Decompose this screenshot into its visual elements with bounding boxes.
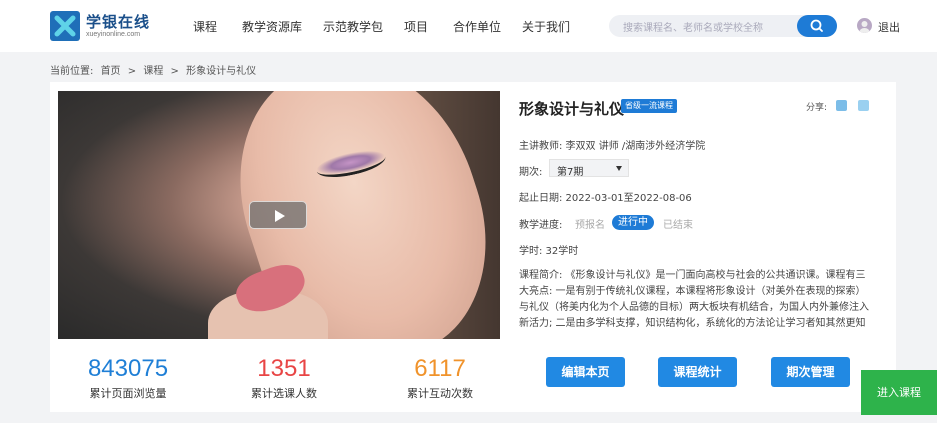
breadcrumb-separator: >: [127, 66, 137, 77]
search-icon: [810, 19, 823, 32]
breadcrumb-label: 当前位置:: [50, 66, 94, 77]
logo-x-icon: [54, 15, 76, 37]
progress-pre-enroll: 预报名: [575, 220, 605, 231]
nav-item-resources[interactable]: 教学资源库: [242, 18, 302, 35]
course-hours: 学时: 32学时: [519, 246, 579, 257]
stat-page-views-label: 累计页面浏览量: [89, 387, 167, 400]
weibo-share-icon[interactable]: [858, 100, 869, 111]
top-header: 学银在线 xueyinonline.com 课程 教学资源库 示范教学包 项目 …: [0, 0, 937, 52]
stat-enrollments-label: 累计选课人数: [251, 387, 317, 400]
course-intro: 课程简介: 《形象设计与礼仪》是一门面向高校与社会的公共通识课。课程有三大亮点:…: [519, 270, 869, 329]
term-manage-button[interactable]: 期次管理: [771, 357, 850, 387]
stat-interactions: 6117: [414, 355, 466, 382]
logout-link[interactable]: 退出: [878, 19, 900, 35]
nav-item-about[interactable]: 关于我们: [522, 18, 570, 35]
course-teacher: 主讲教师: 李双双 讲师 /湖南涉外经济学院: [519, 141, 706, 152]
share-label: 分享:: [806, 103, 828, 113]
breadcrumb-home[interactable]: 首页: [101, 66, 121, 77]
term-select[interactable]: 第7期: [549, 159, 629, 178]
breadcrumb-separator: >: [170, 66, 179, 77]
user-avatar[interactable]: [857, 18, 872, 33]
course-title: 形象设计与礼仪: [519, 100, 625, 118]
course-badge: 省级一流课程: [621, 99, 677, 113]
nav-item-courses[interactable]: 课程: [193, 18, 217, 35]
progress-ongoing: 进行中: [612, 215, 654, 230]
stat-interactions-label: 累计互动次数: [407, 387, 473, 400]
edit-page-button[interactable]: 编辑本页: [546, 357, 625, 387]
course-stats-button[interactable]: 课程统计: [658, 357, 737, 387]
nav-item-projects[interactable]: 项目: [404, 18, 428, 35]
enter-course-button[interactable]: 进入课程: [861, 370, 937, 415]
play-icon: [275, 210, 285, 222]
breadcrumb-current: 形象设计与礼仪: [186, 66, 257, 77]
nav-item-partners[interactable]: 合作单位: [453, 18, 501, 35]
nav-item-demo-packs[interactable]: 示范教学包: [323, 18, 383, 35]
brand-name[interactable]: 学银在线: [86, 11, 150, 32]
search-box[interactable]: 搜索课程名、老师名或学校全称: [609, 15, 837, 37]
breadcrumb-courses[interactable]: 课程: [143, 66, 163, 77]
course-dates: 起止日期: 2022-03-01至2022-08-06: [519, 193, 692, 204]
search-input[interactable]: 搜索课程名、老师名或学校全称: [623, 19, 763, 34]
site-logo[interactable]: [50, 11, 80, 41]
stat-enrollments: 1351: [257, 355, 311, 382]
progress-ended: 已结束: [663, 220, 693, 231]
term-label: 期次:: [519, 167, 543, 178]
stat-page-views: 843075: [87, 355, 169, 382]
term-select-value: 第7期: [557, 167, 584, 178]
chevron-down-icon: [616, 166, 622, 171]
brand-domain: xueyinonline.com: [86, 31, 141, 38]
progress-label: 教学进度:: [519, 220, 563, 231]
search-button[interactable]: [797, 15, 837, 37]
breadcrumb: 当前位置: 首页 > 课程 > 形象设计与礼仪: [50, 62, 260, 77]
user-icon: [859, 21, 870, 33]
play-button[interactable]: [249, 201, 307, 229]
qzone-share-icon[interactable]: [836, 100, 847, 111]
